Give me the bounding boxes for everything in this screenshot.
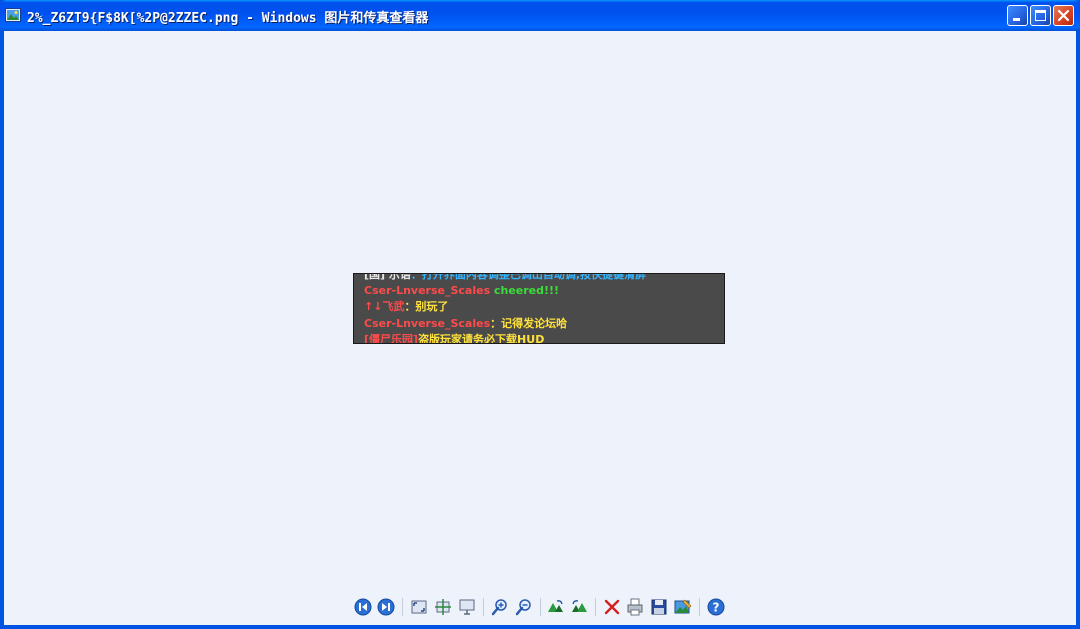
previous-image-icon <box>354 598 372 616</box>
chat-line: ↑↓飞武：别玩了 <box>364 300 448 313</box>
viewer-toolbar: ? <box>4 594 1076 620</box>
previous-image-button[interactable] <box>353 597 373 617</box>
next-image-icon <box>377 598 395 616</box>
chat-line: [僵尸乐园]盗版玩家请务必下载HUD <box>364 333 545 344</box>
help-icon: ? <box>707 598 725 616</box>
best-fit-icon <box>411 600 427 614</box>
chat-message: ：记得发论坛哈 <box>490 317 568 330</box>
chat-sender: ↑↓飞武 <box>364 300 405 313</box>
print-button[interactable] <box>625 597 645 617</box>
chat-sender: [僵尸乐园] <box>364 333 419 344</box>
chat-line: [国] 示语：打开界面内容调整已调出自动调,按快捷键清屏 <box>364 273 647 281</box>
toolbar-separator <box>402 598 403 616</box>
chat-sender: [国] 示语 <box>364 273 411 281</box>
toolbar-separator <box>595 598 596 616</box>
chat-sender: Cser-Lnverse_Scales <box>364 317 491 330</box>
zoom-in-button[interactable] <box>490 597 510 617</box>
rotate-clockwise-icon <box>548 600 563 612</box>
zoom-out-icon <box>515 599 531 616</box>
rotate-counterclockwise-icon <box>572 600 587 612</box>
rotate-clockwise-button[interactable] <box>546 597 566 617</box>
maximize-icon <box>1035 10 1046 21</box>
picture-viewer-window: 2%_Z6ZT9{F$8K[%2P@2ZZEC.png - Windows 图片… <box>0 0 1080 629</box>
chat-message: ：打开界面内容调整已调出自动调,按快捷键清屏 <box>410 273 647 281</box>
chat-message: 盗版玩家请务必下载HUD <box>418 333 545 344</box>
maximize-button[interactable] <box>1030 5 1051 26</box>
chat-line: Cser-Lnverse_Scales：记得发论坛哈 <box>364 317 567 330</box>
title-bar[interactable]: 2%_Z6ZT9{F$8K[%2P@2ZZEC.png - Windows 图片… <box>0 0 1080 31</box>
minimize-icon <box>1013 18 1020 21</box>
save-copy-icon <box>651 599 667 615</box>
best-fit-button[interactable] <box>409 597 429 617</box>
delete-button[interactable] <box>602 597 622 617</box>
open-for-editing-button[interactable] <box>673 597 693 617</box>
slideshow-icon <box>459 599 475 615</box>
actual-size-button[interactable] <box>433 597 453 617</box>
help-button[interactable]: ? <box>706 597 726 617</box>
close-button[interactable] <box>1053 5 1074 26</box>
svg-text:?: ? <box>713 601 720 615</box>
actual-size-icon <box>435 599 451 615</box>
open-for-editing-icon <box>674 599 692 614</box>
window-title: 2%_Z6ZT9{F$8K[%2P@2ZZEC.png - Windows 图片… <box>27 11 429 26</box>
chat-line: Cser-Lnverse_Scales cheered!!! <box>364 284 559 297</box>
rotate-counterclockwise-button[interactable] <box>569 597 589 617</box>
picture-viewer-app-icon[interactable] <box>5 7 21 23</box>
print-icon <box>627 598 643 616</box>
zoom-out-button[interactable] <box>514 597 534 617</box>
image-display-area: [国] 示语：打开界面内容调整已调出自动调,按快捷键清屏 Cser-Lnvers… <box>4 31 1076 625</box>
chat-sender: Cser-Lnverse_Scales <box>364 284 491 297</box>
save-copy-button[interactable] <box>649 597 669 617</box>
minimize-button[interactable] <box>1007 5 1028 26</box>
displayed-image: [国] 示语：打开界面内容调整已调出自动调,按快捷键清屏 Cser-Lnvers… <box>353 273 725 344</box>
chat-message: ：别玩了 <box>404 300 449 313</box>
toolbar-separator <box>483 598 484 616</box>
toolbar-separator <box>699 598 700 616</box>
next-image-button[interactable] <box>376 597 396 617</box>
zoom-in-icon <box>491 599 507 616</box>
close-icon <box>1057 9 1070 22</box>
delete-icon <box>604 599 620 615</box>
toolbar-separator <box>540 598 541 616</box>
slideshow-button[interactable] <box>457 597 477 617</box>
chat-message: cheered!!! <box>493 284 560 297</box>
